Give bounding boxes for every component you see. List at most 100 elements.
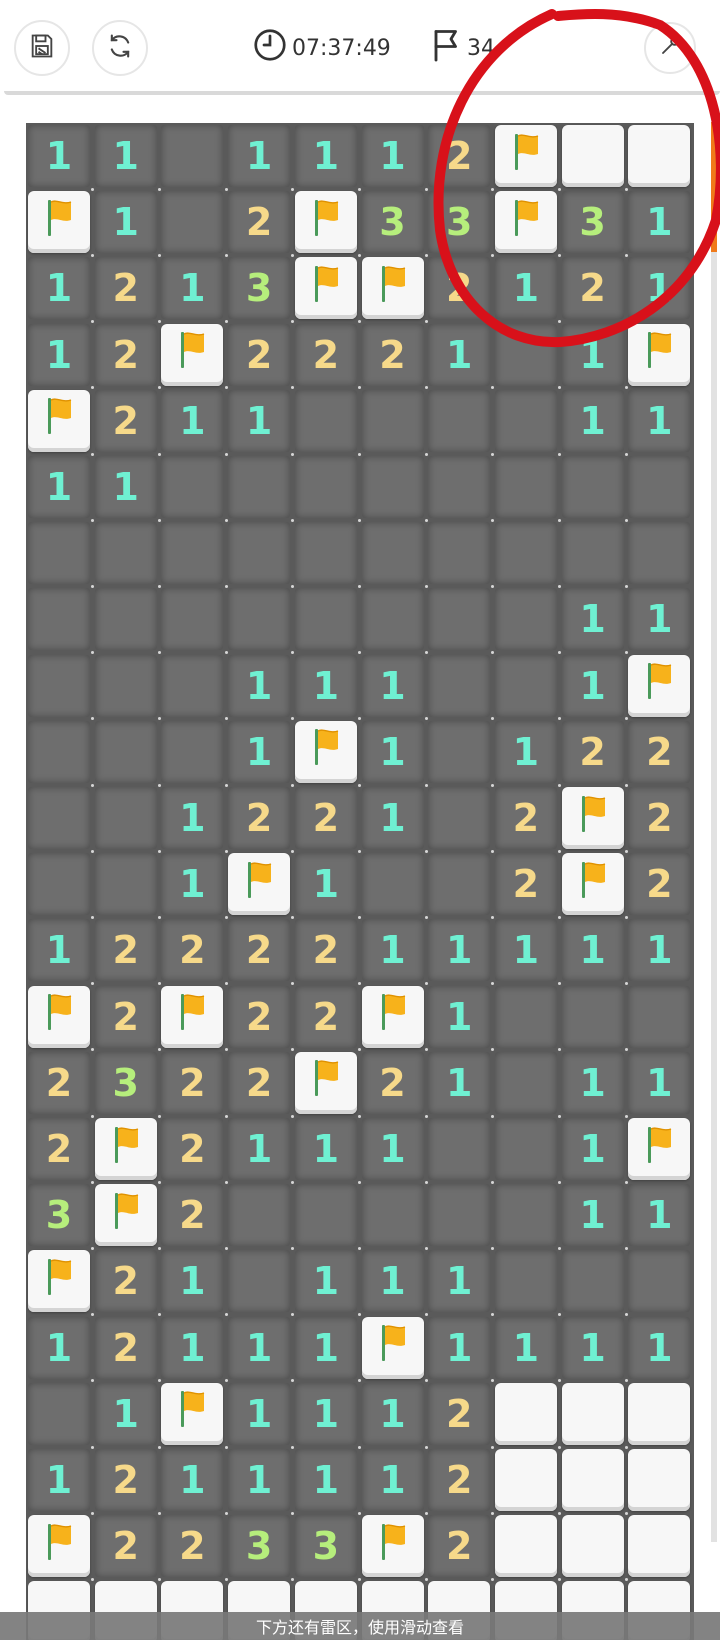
empty-cell[interactable] [94, 787, 157, 849]
empty-cell[interactable] [161, 191, 224, 254]
empty-cell[interactable] [228, 1184, 291, 1247]
empty-cell[interactable] [28, 588, 90, 651]
number-cell[interactable]: 1 [428, 1250, 491, 1313]
number-cell[interactable]: 1 [294, 654, 357, 717]
number-cell[interactable]: 2 [628, 720, 691, 783]
number-cell[interactable]: 1 [628, 1051, 691, 1114]
number-cell[interactable]: 1 [561, 919, 624, 982]
number-cell[interactable]: 2 [94, 985, 157, 1048]
empty-cell[interactable] [428, 456, 491, 518]
empty-cell[interactable] [161, 720, 224, 783]
number-cell[interactable]: 1 [161, 389, 224, 452]
empty-cell[interactable] [428, 1184, 491, 1247]
flagged-cell[interactable] [494, 125, 557, 187]
scroll-track[interactable] [711, 122, 717, 1542]
covered-cell[interactable] [494, 1515, 557, 1578]
empty-cell[interactable] [428, 720, 491, 783]
number-cell[interactable]: 1 [361, 654, 424, 717]
number-cell[interactable]: 1 [28, 1316, 90, 1379]
empty-cell[interactable] [361, 588, 424, 651]
empty-cell[interactable] [294, 1184, 357, 1247]
empty-cell[interactable] [361, 389, 424, 452]
empty-cell[interactable] [561, 985, 624, 1048]
empty-cell[interactable] [494, 1184, 557, 1247]
empty-cell[interactable] [228, 1250, 291, 1313]
number-cell[interactable]: 1 [361, 125, 424, 187]
empty-cell[interactable] [361, 853, 424, 916]
flagged-cell[interactable] [294, 191, 357, 254]
number-cell[interactable]: 1 [361, 720, 424, 783]
number-cell[interactable]: 1 [428, 1051, 491, 1114]
number-cell[interactable]: 1 [628, 191, 691, 254]
flagged-cell[interactable] [294, 1051, 357, 1114]
empty-cell[interactable] [28, 1382, 90, 1445]
number-cell[interactable]: 2 [28, 1118, 90, 1180]
number-cell[interactable]: 2 [428, 125, 491, 187]
number-cell[interactable]: 1 [28, 323, 90, 386]
number-cell[interactable]: 2 [228, 919, 291, 982]
empty-cell[interactable] [161, 456, 224, 518]
number-cell[interactable]: 1 [228, 1382, 291, 1445]
save-button[interactable] [14, 20, 70, 76]
empty-cell[interactable] [94, 588, 157, 651]
number-cell[interactable]: 1 [294, 1118, 357, 1180]
flagged-cell[interactable] [628, 654, 691, 717]
number-cell[interactable]: 2 [628, 853, 691, 916]
number-cell[interactable]: 1 [494, 720, 557, 783]
number-cell[interactable]: 1 [561, 323, 624, 386]
number-cell[interactable]: 1 [561, 1316, 624, 1379]
number-cell[interactable]: 1 [561, 654, 624, 717]
flagged-cell[interactable] [294, 257, 357, 320]
number-cell[interactable]: 1 [161, 1316, 224, 1379]
empty-cell[interactable] [161, 588, 224, 651]
empty-cell[interactable] [428, 654, 491, 717]
tool-button[interactable] [644, 22, 696, 74]
empty-cell[interactable] [428, 522, 491, 585]
number-cell[interactable]: 2 [161, 1051, 224, 1114]
empty-cell[interactable] [161, 522, 224, 585]
empty-cell[interactable] [28, 853, 90, 916]
empty-cell[interactable] [628, 985, 691, 1048]
number-cell[interactable]: 1 [628, 919, 691, 982]
empty-cell[interactable] [628, 1250, 691, 1313]
empty-cell[interactable] [28, 787, 90, 849]
number-cell[interactable]: 1 [361, 1449, 424, 1511]
empty-cell[interactable] [228, 522, 291, 585]
minefield-grid[interactable]: 1111121233311213212112222112111111111111… [26, 123, 694, 1640]
number-cell[interactable]: 2 [361, 1051, 424, 1114]
number-cell[interactable]: 1 [628, 1316, 691, 1379]
number-cell[interactable]: 2 [428, 1382, 491, 1445]
flagged-cell[interactable] [28, 985, 90, 1048]
number-cell[interactable]: 3 [561, 191, 624, 254]
number-cell[interactable]: 1 [161, 853, 224, 916]
flagged-cell[interactable] [361, 257, 424, 320]
empty-cell[interactable] [494, 654, 557, 717]
empty-cell[interactable] [294, 588, 357, 651]
number-cell[interactable]: 2 [228, 1051, 291, 1114]
number-cell[interactable]: 2 [94, 323, 157, 386]
number-cell[interactable]: 2 [228, 323, 291, 386]
empty-cell[interactable] [428, 853, 491, 916]
empty-cell[interactable] [628, 456, 691, 518]
number-cell[interactable]: 1 [428, 1316, 491, 1379]
flagged-cell[interactable] [361, 985, 424, 1048]
number-cell[interactable]: 1 [428, 919, 491, 982]
number-cell[interactable]: 1 [361, 787, 424, 849]
flagged-cell[interactable] [94, 1184, 157, 1247]
empty-cell[interactable] [561, 1250, 624, 1313]
number-cell[interactable]: 1 [294, 1449, 357, 1511]
flagged-cell[interactable] [628, 1118, 691, 1180]
number-cell[interactable]: 2 [28, 1051, 90, 1114]
flagged-cell[interactable] [228, 853, 291, 916]
number-cell[interactable]: 1 [94, 125, 157, 187]
number-cell[interactable]: 2 [428, 1515, 491, 1578]
number-cell[interactable]: 2 [228, 787, 291, 849]
number-cell[interactable]: 2 [294, 787, 357, 849]
flagged-cell[interactable] [294, 720, 357, 783]
flagged-cell[interactable] [561, 787, 624, 849]
empty-cell[interactable] [361, 456, 424, 518]
number-cell[interactable]: 2 [494, 787, 557, 849]
number-cell[interactable]: 2 [161, 919, 224, 982]
number-cell[interactable]: 1 [361, 919, 424, 982]
covered-cell[interactable] [494, 1449, 557, 1511]
